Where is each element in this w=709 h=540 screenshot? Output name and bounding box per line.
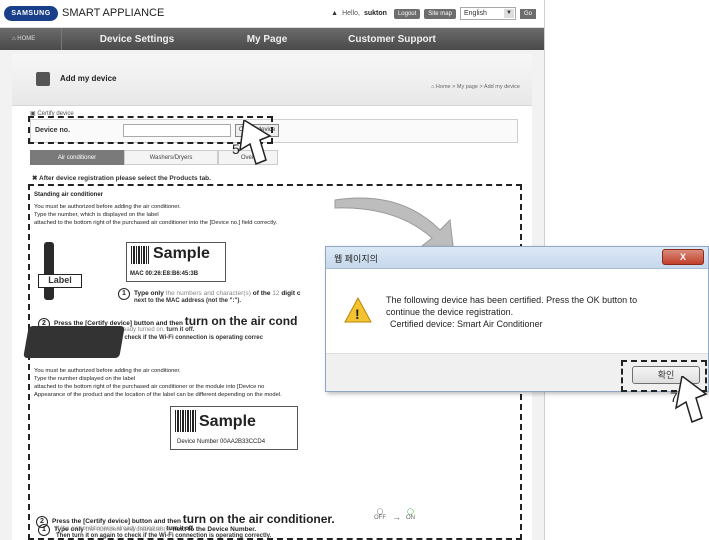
wall-step-2-line2: If the air conditioner is already turned… <box>56 526 194 532</box>
step-text-grey: the numbers and character(s) <box>165 290 251 297</box>
wall-line: Appearance of the product and the locati… <box>34 392 282 398</box>
dialog-message: The following device has been certified.… <box>386 295 696 331</box>
tab-air-conditioner[interactable]: Air conditioner <box>30 150 124 165</box>
svg-text:!: ! <box>355 306 360 322</box>
mac-sample-label: Sample MAC 00:26:E8:B6:45:3B <box>126 242 226 282</box>
breadcrumb: ⌂ Home > My page > Add my device <box>431 84 520 90</box>
home-label: HOME <box>17 36 36 42</box>
dialog-close-button[interactable]: X <box>662 249 704 265</box>
hello-text: Hello, <box>342 10 360 17</box>
step-5-callout: 5 <box>232 120 272 166</box>
dialog-title: 웹 페이지의 <box>334 254 378 264</box>
language-select[interactable]: English ▼ <box>459 7 516 20</box>
standing-line: You must be authorized before adding the… <box>34 204 181 210</box>
sample-word: Sample <box>199 413 256 430</box>
mac-address: MAC 00:26:E8:B6:45:3B <box>130 271 199 277</box>
on-label: ON <box>406 515 415 521</box>
dialog-message-line: continue the device registration. <box>386 307 514 317</box>
off-label: OFF <box>374 515 386 521</box>
step-text-grey: If the air conditioner is already turned… <box>56 526 165 532</box>
top-bar: SAMSUNG SMART APPLIANCE ▲ Hello, sukton … <box>0 0 544 28</box>
standing-step-1-line2: next to the MAC address (not the ":"). <box>134 298 242 304</box>
nav-my-page[interactable]: My Page <box>212 34 322 45</box>
heading-bar: Add my device ⌂ Home > My page > Add my … <box>12 54 532 106</box>
step-text-big: turn on the air conditioner. <box>182 512 335 526</box>
step-5-number: 5 <box>232 141 240 157</box>
warning-icon: ! <box>344 297 372 323</box>
arrow-pointer-icon <box>239 120 272 166</box>
step-text: Type only <box>134 290 164 297</box>
step-text: Press the [Certify device] button and th… <box>52 518 181 525</box>
step-text-big: turn on the air cond <box>184 314 298 328</box>
samsung-logo[interactable]: SAMSUNG <box>4 6 58 21</box>
chevron-down-icon: ▼ <box>503 9 514 18</box>
dialog-message-line: The following device has been certified.… <box>386 295 638 305</box>
step-number: 1 <box>118 288 130 300</box>
nav-home[interactable]: ⌂ HOME <box>0 28 62 50</box>
step-7-callout: 7 <box>670 376 708 424</box>
label-tag: Label <box>38 274 82 288</box>
go-button[interactable]: Go <box>519 8 536 19</box>
standing-ac-image <box>44 242 54 300</box>
barcode-icon <box>131 246 149 264</box>
device-number: Device Number 00AA2B33CCD4 <box>177 439 266 445</box>
step-number: 2 <box>36 516 48 528</box>
standing-line: Type the number, which is displayed on t… <box>34 212 159 218</box>
main-nav: ⌂ HOME Device Settings My Page Customer … <box>0 28 544 50</box>
dialog-title-bar: 웹 페이지의 X <box>326 247 708 269</box>
registration-notice: ✖ After device registration please selec… <box>32 175 211 182</box>
user-icon: ▲ <box>331 10 339 17</box>
wall-line: Type the number displayed on the label <box>34 376 136 382</box>
dialog-message-line: Certified device: Smart Air Conditioner <box>390 319 543 329</box>
wall-line: attached to the bottom right of the purc… <box>34 384 265 390</box>
nav-device-settings[interactable]: Device Settings <box>62 34 212 45</box>
device-number-sample-label: Sample Device Number 00AA2B33CCD4 <box>170 406 298 450</box>
power-off-icon: ◯ OFF <box>374 509 386 521</box>
step-text: of the <box>252 290 271 297</box>
device-icon <box>36 72 50 86</box>
wall-ac-module-image <box>23 326 125 358</box>
step-text-bold: turn it off. <box>166 327 195 333</box>
standing-section-title: Standing air conditioner <box>34 192 104 198</box>
barcode-icon <box>175 410 197 432</box>
logout-button[interactable]: Logout <box>393 8 421 19</box>
username: sukton <box>363 10 387 17</box>
step-text-grey: 12 <box>272 290 280 297</box>
breadcrumb-text: Home > My page > Add my device <box>435 84 520 90</box>
language-value: English <box>463 10 487 17</box>
tab-washers-dryers[interactable]: Washers/Dryers <box>124 150 218 165</box>
step-text: digit c <box>281 290 301 297</box>
step-text-bold: turn it off. <box>166 526 195 532</box>
wall-line: You must be authorized before adding the… <box>34 368 181 374</box>
brand-name: SMART APPLIANCE <box>62 7 165 19</box>
arrow-pointer-icon <box>674 376 708 424</box>
arrow-right-icon: → <box>392 512 401 522</box>
page-title: Add my device <box>60 74 117 83</box>
step-7-number: 7 <box>670 389 678 405</box>
site-map-button[interactable]: Site map <box>424 8 456 19</box>
power-on-icon: ◯ ON <box>406 509 415 521</box>
notice-text: After device registration please select … <box>39 175 211 182</box>
wall-step-2-line3: Then turn it on again to check if the Wi… <box>56 533 272 539</box>
dialog-body: ! The following device has been certifie… <box>326 269 708 353</box>
sample-word: Sample <box>153 245 210 262</box>
user-area: ▲ Hello, sukton Logout Site map English ▼… <box>331 7 536 20</box>
nav-customer-support[interactable]: Customer Support <box>322 34 462 45</box>
standing-line: attached to the bottom right of the purc… <box>34 220 278 226</box>
